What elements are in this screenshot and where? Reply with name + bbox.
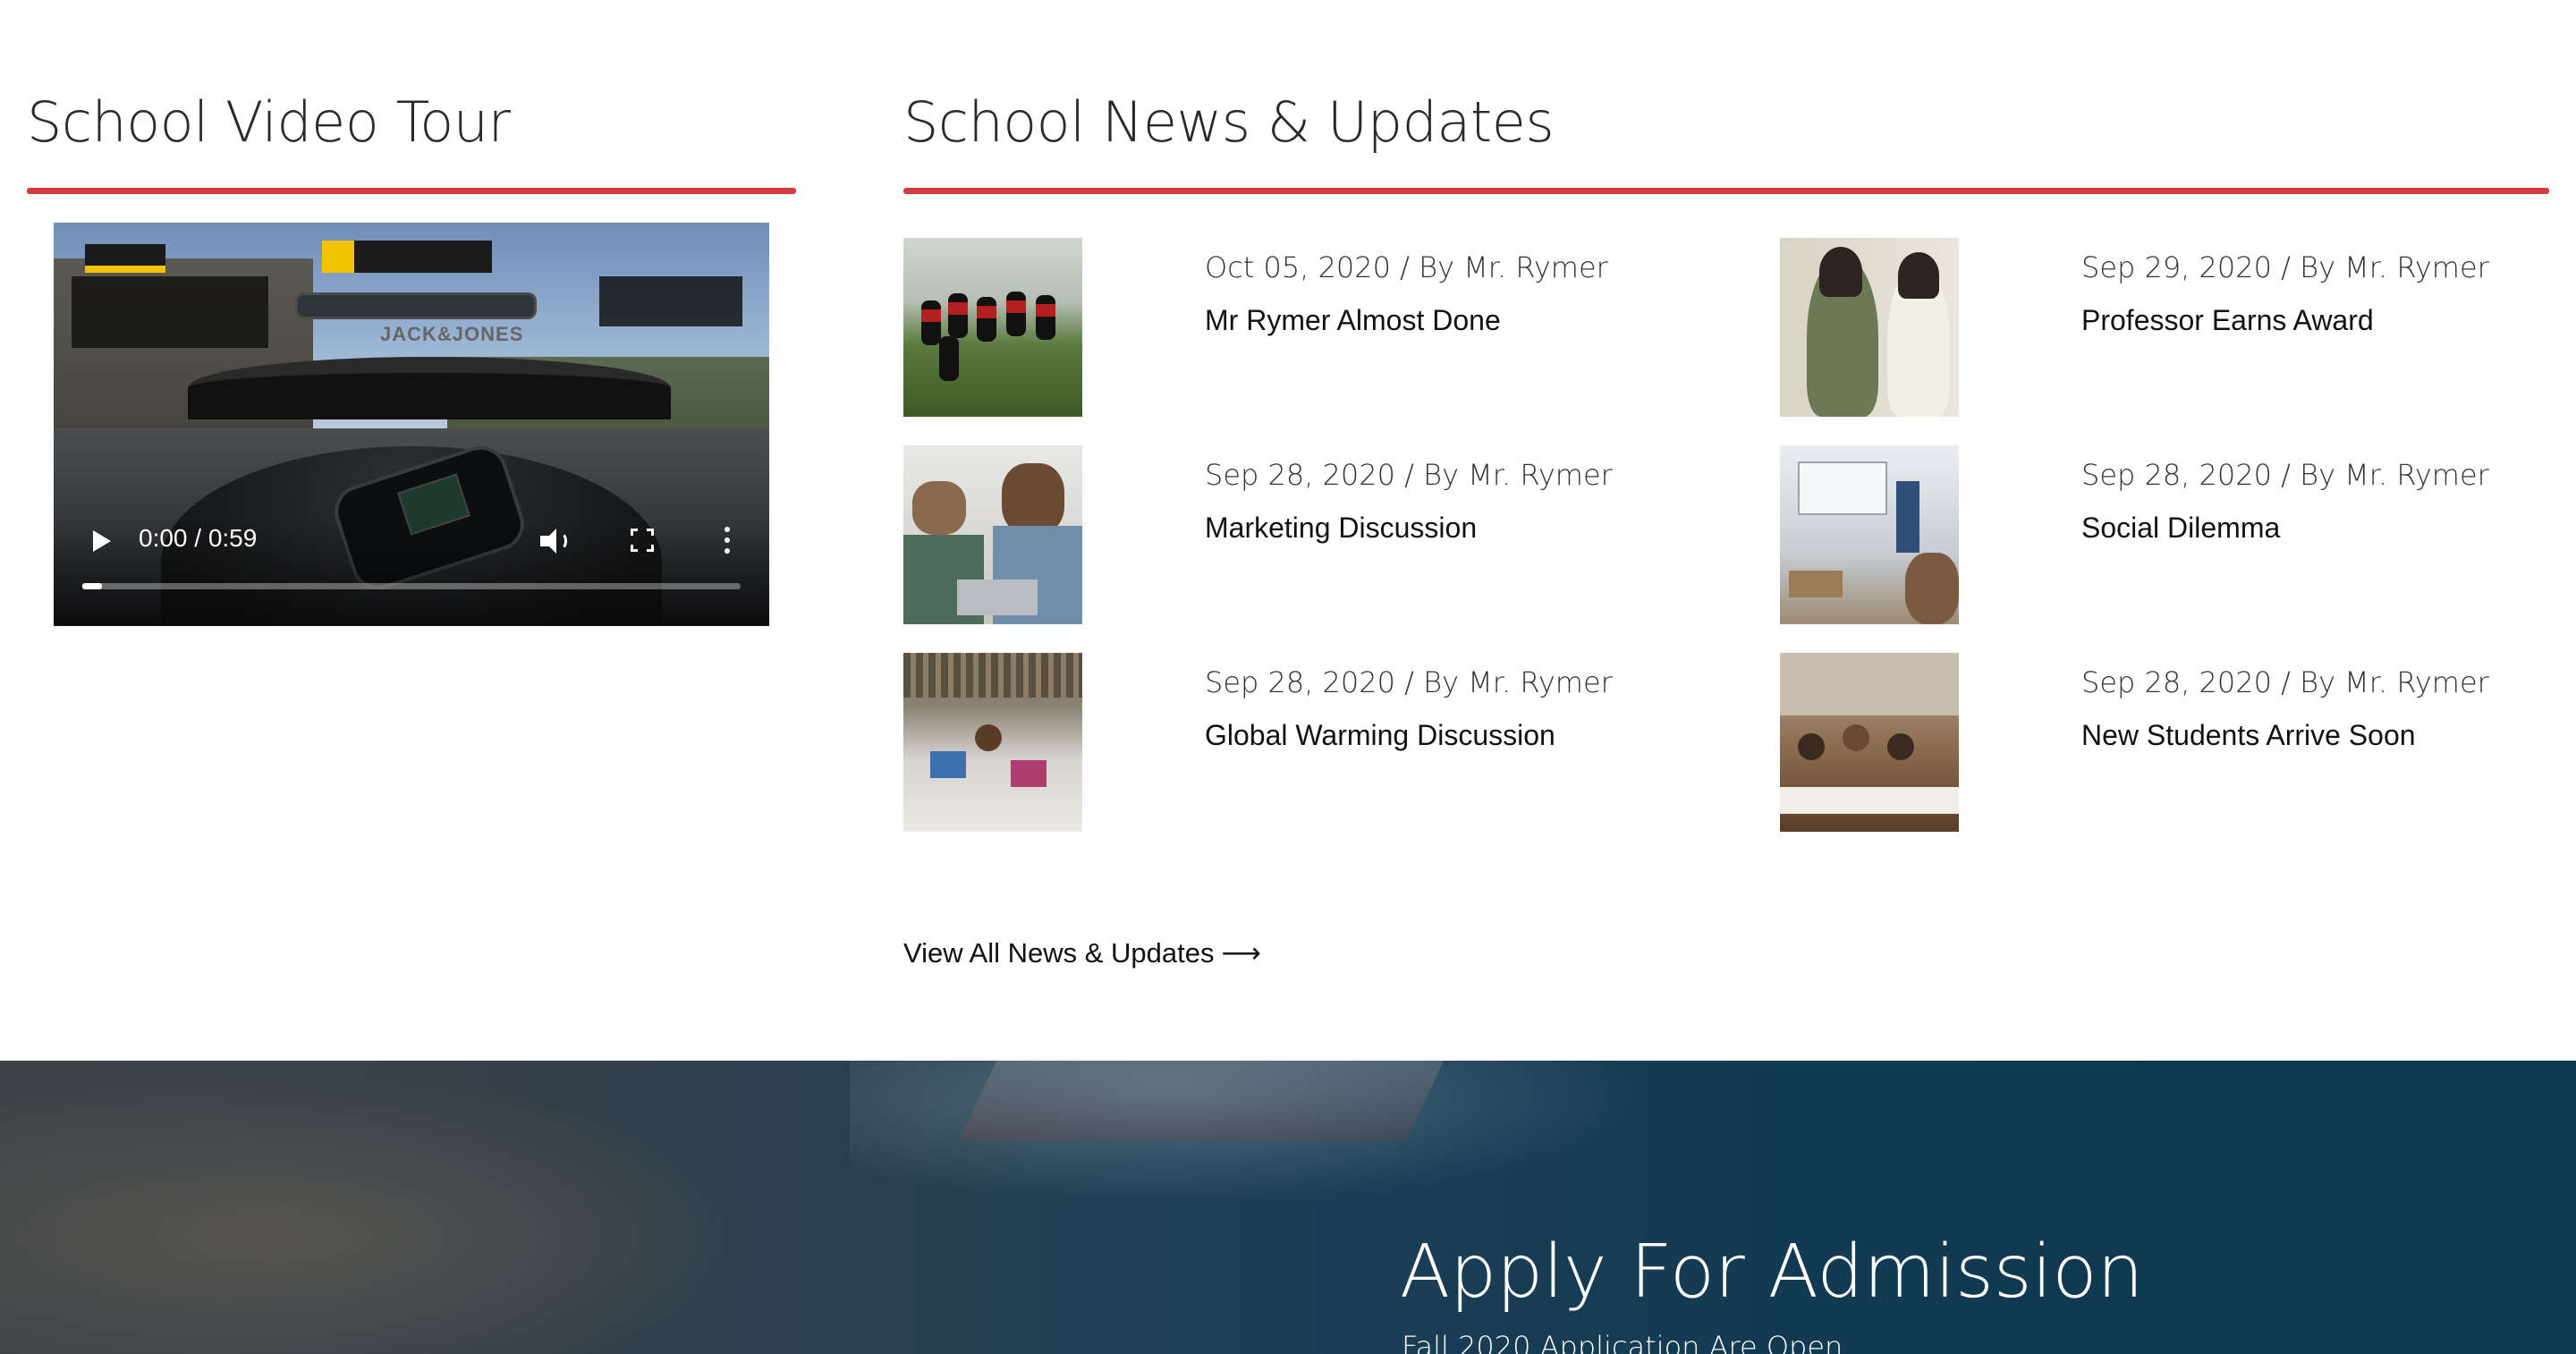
news-thumbnail[interactable] — [1780, 238, 1959, 417]
video-hud-standings — [72, 276, 268, 348]
arrow-right-icon: ⟶ — [1221, 937, 1261, 969]
news-meta: Sep 28, 2020 / By Mr. Rymer — [1205, 665, 1613, 699]
news-meta: Sep 28, 2020 / By Mr. Rymer — [1205, 458, 1613, 492]
banner-background-laptop — [0, 1061, 805, 1354]
news-item: Sep 29, 2020 / By Mr. Rymer Professor Ea… — [1780, 238, 2576, 417]
video-hud-caution-flag — [85, 266, 165, 273]
more-options-icon[interactable] — [721, 525, 733, 555]
play-icon[interactable] — [88, 527, 113, 554]
news-meta: Sep 29, 2020 / By Mr. Rymer — [2081, 250, 2489, 284]
news-meta: Sep 28, 2020 / By Mr. Rymer — [2081, 458, 2489, 492]
news-section-title: School News & Updates — [903, 89, 1555, 155]
news-item: Sep 28, 2020 / By Mr. Rymer Marketing Di… — [903, 445, 1708, 624]
news-item: Sep 28, 2020 / By Mr. Rymer New Students… — [1780, 653, 2576, 832]
news-title-link[interactable]: Professor Earns Award — [2081, 304, 2374, 337]
admission-banner — [0, 1061, 2576, 1354]
news-title-link[interactable]: Mr Rymer Almost Done — [1205, 304, 1501, 337]
news-meta: Oct 05, 2020 / By Mr. Rymer — [1205, 250, 1608, 284]
video-hud-lap-panel — [599, 276, 742, 326]
news-thumbnail[interactable] — [903, 653, 1082, 832]
news-title-underline — [903, 188, 2549, 194]
video-progress-fill — [82, 583, 103, 589]
admission-subtitle: Fall 2020 Application Are Open — [1402, 1330, 1843, 1354]
video-time-display: 0:00 / 0:59 — [139, 524, 258, 552]
news-thumbnail[interactable] — [1780, 445, 1959, 624]
news-title-link[interactable]: Social Dilemma — [2081, 512, 2280, 545]
video-section-title: School Video Tour — [27, 89, 511, 155]
video-title-underline — [27, 188, 796, 194]
banner-background-book — [959, 1061, 1456, 1141]
news-thumbnail[interactable] — [903, 238, 1082, 417]
news-item: Sep 28, 2020 / By Mr. Rymer Social Dilem… — [1780, 445, 2576, 624]
view-all-news-label: View All News & Updates — [903, 937, 1215, 969]
video-frame-sponsor-text: JACK&JONES — [380, 323, 524, 345]
news-title-link[interactable]: New Students Arrive Soon — [2081, 719, 2416, 752]
news-item: Sep 28, 2020 / By Mr. Rymer Global Warmi… — [903, 653, 1708, 832]
news-thumbnail[interactable] — [903, 445, 1082, 624]
video-progress-bar[interactable] — [82, 583, 741, 589]
admission-title: Apply For Admission — [1400, 1230, 2144, 1315]
volume-icon[interactable] — [537, 527, 569, 555]
news-thumbnail[interactable] — [1780, 653, 1959, 832]
news-title-link[interactable]: Marketing Discussion — [1205, 512, 1477, 545]
view-all-news-link[interactable]: View All News & Updates ⟶ — [903, 937, 1261, 969]
news-title-link[interactable]: Global Warming Discussion — [1205, 719, 1555, 752]
video-player[interactable]: JACK&JONES 0:00 / 0:59 — [54, 223, 769, 626]
news-item: Oct 05, 2020 / By Mr. Rymer Mr Rymer Alm… — [903, 238, 1708, 417]
fullscreen-icon[interactable] — [631, 529, 654, 552]
video-hud-mirror — [295, 292, 537, 319]
video-hud-safety-car-flag — [322, 241, 354, 273]
video-frame-halo — [188, 357, 671, 419]
news-meta: Sep 28, 2020 / By Mr. Rymer — [2081, 665, 2489, 699]
